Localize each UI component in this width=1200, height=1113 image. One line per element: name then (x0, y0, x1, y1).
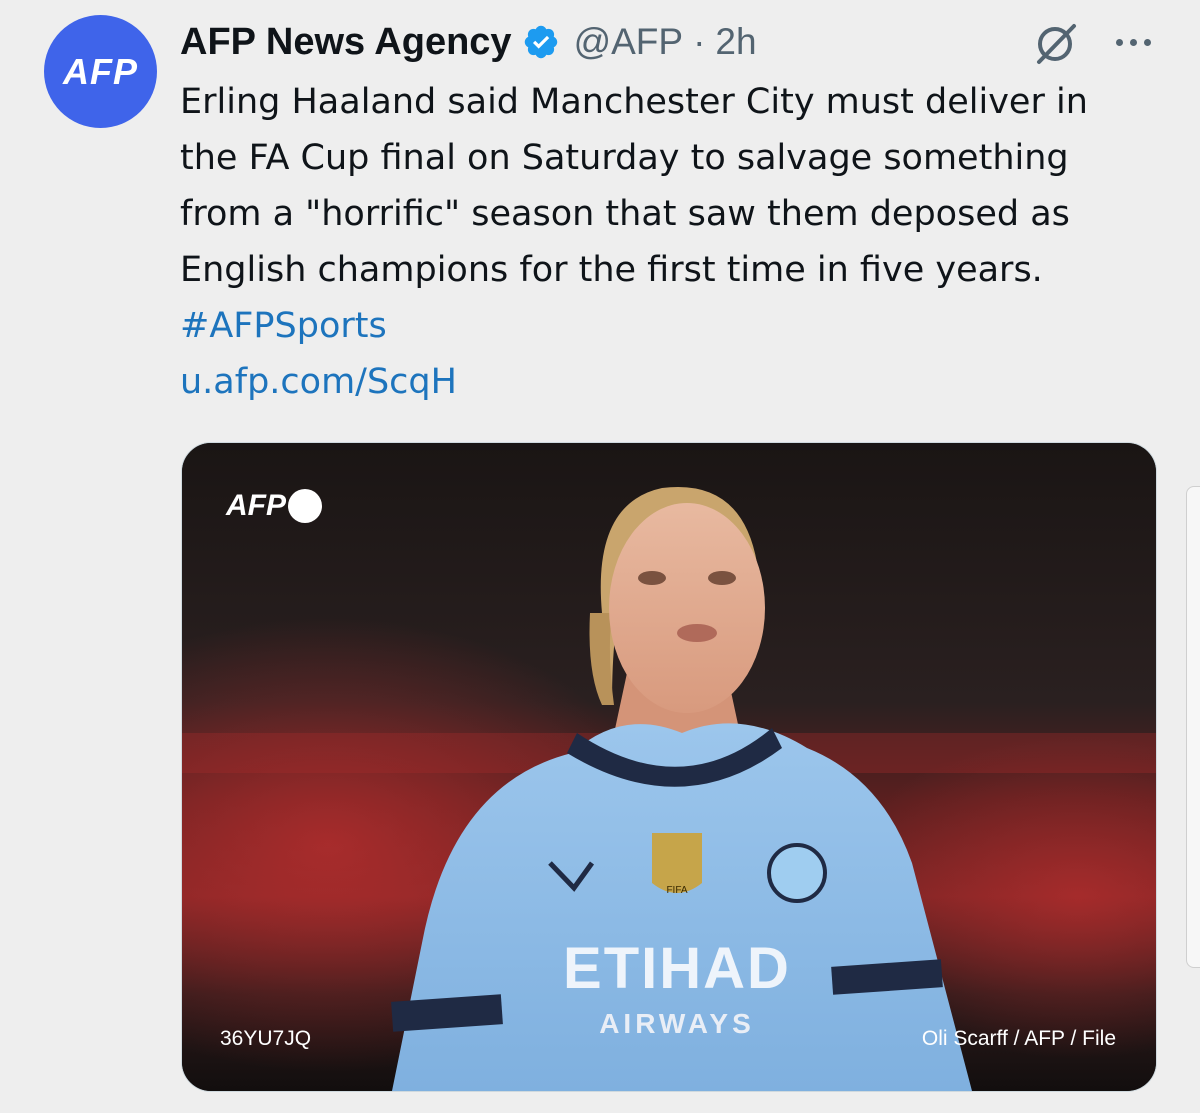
author-handle[interactable]: @AFP (574, 21, 684, 63)
tweet-text-line: Erling Haaland said Manchester City must… (180, 82, 1088, 122)
afp-logo-text: AFP (226, 489, 286, 522)
author-name[interactable]: AFP News Agency (180, 21, 512, 64)
shirt-sponsor: ETIHAD (563, 936, 791, 1001)
tweet-header: AFP News Agency @AFP · 2h (180, 18, 757, 66)
photo-credit: Oli Scarff / AFP / File (921, 1027, 1116, 1050)
photo-illustration: FIFA ETIHAD AIRWAYS (182, 443, 1156, 1091)
grok-icon[interactable] (1030, 22, 1080, 66)
separator-dot: · (693, 21, 706, 62)
tweet-text: Erling Haaland said Manchester City must… (180, 74, 1170, 410)
timestamp[interactable]: 2h (715, 21, 756, 63)
tweet-photo[interactable]: FIFA ETIHAD AIRWAYS AFP 36YU7JQ Oli Scar… (181, 442, 1157, 1092)
afp-logo: AFP (226, 489, 322, 523)
scrollbar[interactable] (1186, 486, 1200, 968)
tweet-text-line: from a "horrific" season that saw them d… (180, 194, 1070, 234)
url-link[interactable]: u.afp.com/ScqH (180, 354, 1170, 410)
fifa-badge-text: FIFA (666, 885, 687, 896)
verified-badge-icon (524, 25, 557, 59)
more-dot (1129, 38, 1137, 46)
shirt-sponsor-sub: AIRWAYS (599, 1008, 755, 1039)
more-options-button[interactable] (1108, 22, 1158, 62)
avatar-text: AFP (63, 50, 138, 92)
more-dot (1143, 38, 1151, 46)
photo-id: 36YU7JQ (220, 1027, 312, 1050)
hashtag-link[interactable]: #AFPSports (180, 298, 1170, 354)
tweet-text-line: the FA Cup final on Saturday to salvage … (180, 138, 1069, 178)
avatar[interactable]: AFP (44, 15, 157, 128)
more-dots-icon (1115, 38, 1123, 46)
tweet-text-line: English champions for the first time in … (180, 250, 1043, 290)
afp-logo-dot (288, 489, 322, 523)
